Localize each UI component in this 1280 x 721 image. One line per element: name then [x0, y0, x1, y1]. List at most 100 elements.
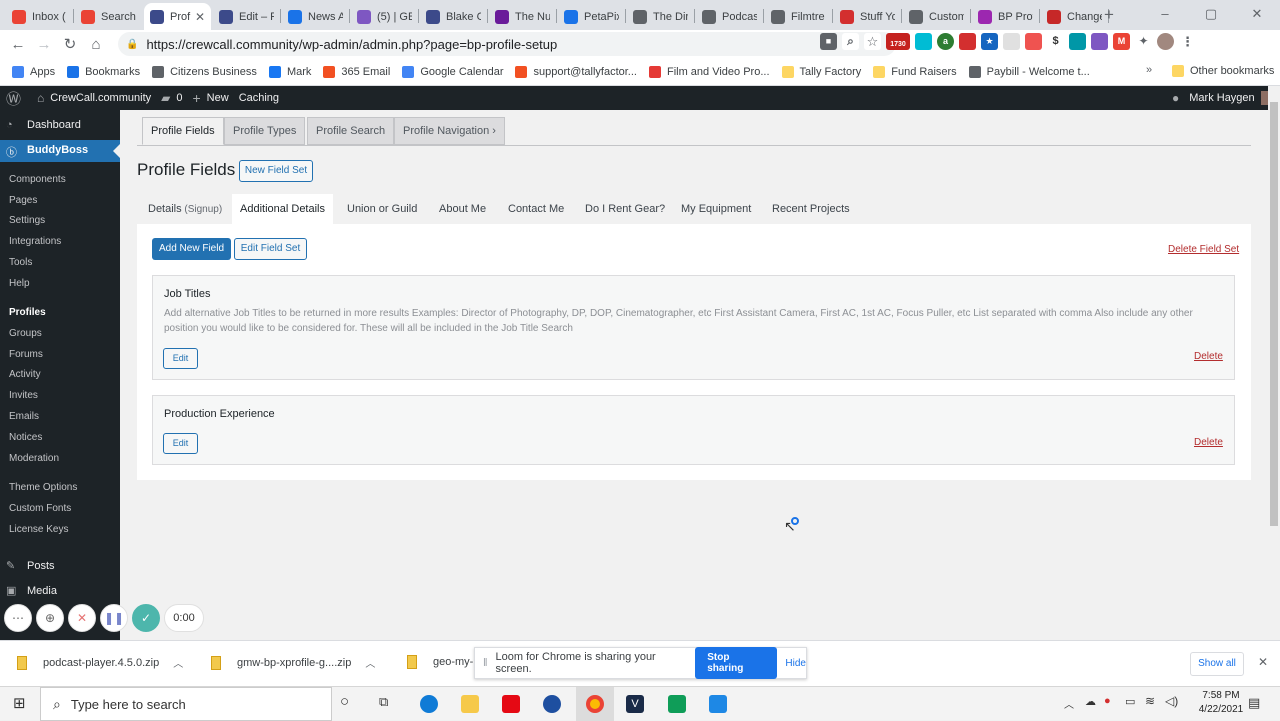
taskbar-search-input[interactable]: ⌕ Type here to search [40, 687, 332, 721]
grammarly-icon[interactable]: a [937, 33, 954, 50]
sidebar-subitem-license-keys[interactable]: License Keys [9, 524, 68, 535]
close-downloads-icon[interactable]: ✕ [1258, 655, 1268, 669]
zoom-icon[interactable]: ⌕ [842, 33, 859, 50]
chrome-icon[interactable] [586, 695, 604, 713]
sidebar-subitem-components[interactable]: Components [9, 174, 66, 185]
star-icon[interactable]: ☆ [864, 33, 881, 50]
gmail-icon[interactable]: M [1113, 33, 1130, 50]
sidebar-subitem-activity[interactable]: Activity [9, 369, 41, 380]
edge-icon[interactable] [420, 695, 438, 713]
sidebar-item-buddyboss[interactable]: ⓑ BuddyBoss [0, 140, 120, 162]
security-icon[interactable]: ● [1104, 695, 1111, 707]
maximize-icon[interactable]: ▢ [1188, 0, 1234, 30]
download-item[interactable]: gmw-bp-xprofile-g....zip ︿ [211, 655, 375, 670]
forward-icon[interactable]: → [31, 36, 57, 53]
minimize-icon[interactable]: – [1142, 0, 1188, 30]
chevron-up-icon[interactable]: ︿ [173, 655, 183, 670]
site-name-link[interactable]: ⌂ CrewCall.community [37, 91, 151, 105]
extension-icon[interactable] [1003, 33, 1020, 50]
fieldset-tab-union-or-guild[interactable]: Union or Guild [339, 194, 425, 224]
sidebar-subitem-custom-fonts[interactable]: Custom Fonts [9, 503, 71, 514]
edit-field-set-button[interactable]: Edit Field Set [234, 238, 307, 260]
sidebar-subitem-notices[interactable]: Notices [9, 432, 42, 443]
onedrive-icon[interactable]: ☁ [1085, 695, 1096, 708]
sidebar-subitem-tools[interactable]: Tools [9, 257, 32, 268]
bookmark-item[interactable]: 365 Email [323, 65, 390, 78]
volume-icon[interactable]: ◁) [1165, 694, 1178, 708]
netflix-icon[interactable] [502, 695, 520, 713]
browser-tab[interactable]: (5) | GE [351, 3, 418, 30]
bookmark-star-icon[interactable]: ★ [981, 33, 998, 50]
sheets-icon[interactable] [668, 695, 686, 713]
tab-profile-navigation[interactable]: Profile Navigation › [394, 117, 505, 145]
browser-tab[interactable]: PetaPix [558, 3, 625, 30]
stop-sharing-button[interactable]: Stop sharing [695, 647, 778, 679]
tab-profile-types[interactable]: Profile Types [224, 117, 306, 145]
notifications-icon[interactable]: ▤ [1248, 695, 1260, 711]
chevron-up-icon[interactable]: ︿ [365, 655, 375, 670]
back-icon[interactable]: ← [5, 36, 31, 53]
camera-icon[interactable]: ■ [820, 33, 837, 50]
fieldset-tab-do-i-rent-gear-[interactable]: Do I Rent Gear? [577, 194, 673, 224]
chevron-up-icon[interactable]: ︿ [1064, 696, 1074, 711]
extension-icon[interactable] [1025, 33, 1042, 50]
download-item[interactable]: podcast-player.4.5.0.zip ︿ [17, 655, 183, 670]
sidebar-subitem-integrations[interactable]: Integrations [9, 236, 61, 247]
show-all-button[interactable]: Show all [1190, 652, 1244, 676]
bookmark-item[interactable]: Citizens Business [152, 65, 257, 78]
browser-tab[interactable]: The Nu [489, 3, 556, 30]
battery-icon[interactable]: ▭ [1125, 695, 1135, 708]
fieldset-tab-recent-projects[interactable]: Recent Projects [764, 194, 858, 224]
sidebar-subitem-help[interactable]: Help [9, 278, 30, 289]
sidebar-subitem-forums[interactable]: Forums [9, 349, 43, 360]
browser-tab[interactable]: Change [1041, 3, 1108, 30]
comments-link[interactable]: ▰ 0 [161, 91, 182, 105]
menu-icon[interactable]: ⋮ [1179, 33, 1196, 50]
new-content-link[interactable]: + New [192, 90, 228, 106]
finish-recording-icon[interactable]: ✓ [132, 604, 160, 632]
browser-tab[interactable]: The Dir [627, 3, 694, 30]
page-scrollbar[interactable] [1268, 86, 1280, 640]
cortana-icon[interactable]: ○ [340, 693, 349, 710]
download-item[interactable]: geo-my- [407, 655, 473, 669]
browser-tab[interactable]: BP Prof [972, 3, 1039, 30]
add-new-field-button[interactable]: Add New Field [152, 238, 231, 260]
other-bookmarks[interactable]: Other bookmarks [1172, 65, 1274, 77]
cancel-recording-icon[interactable]: ✕ [68, 604, 96, 632]
windows-start-icon[interactable]: ⊞ [13, 694, 26, 712]
delete-field-link[interactable]: Delete [1194, 351, 1223, 362]
pause-icon[interactable]: ❚❚ [100, 604, 128, 632]
file-explorer-icon[interactable] [461, 695, 479, 713]
bookmark-item[interactable]: support@tallyfactor... [515, 65, 637, 78]
tab-profile-fields[interactable]: Profile Fields [142, 117, 224, 145]
taskbar-clock[interactable]: 7:58 PM 4/22/2021 [1196, 689, 1246, 717]
more-options-icon[interactable]: ⋯ [4, 604, 32, 632]
bookmark-item[interactable]: Tally Factory [781, 65, 861, 78]
fieldset-tab-about-me[interactable]: About Me [431, 194, 494, 224]
task-view-icon[interactable]: ⧉ [379, 694, 388, 710]
pdf-icon[interactable] [959, 33, 976, 50]
extension-icon[interactable] [915, 33, 932, 50]
bookmark-item[interactable]: Google Calendar [402, 65, 503, 78]
address-bar[interactable]: 🔒 https://crewcall.community/wp-admin/ad… [118, 32, 896, 56]
photos-icon[interactable] [709, 695, 727, 713]
sidebar-subitem-settings[interactable]: Settings [9, 215, 45, 226]
fieldset-tab-additional-details[interactable]: Additional Details [232, 194, 333, 224]
dollar-icon[interactable]: $ [1047, 33, 1064, 50]
draw-icon[interactable]: ⊕ [36, 604, 64, 632]
sidebar-subitem-theme-options[interactable]: Theme Options [9, 482, 77, 493]
bookmark-item[interactable]: Paybill - Welcome t... [968, 65, 1090, 78]
vpn-icon[interactable]: V [626, 695, 644, 713]
home-icon[interactable]: ⌂ [83, 36, 109, 53]
browser-tab[interactable]: Filmtre [765, 3, 832, 30]
sidebar-subitem-pages[interactable]: Pages [9, 195, 37, 206]
browser-tab[interactable]: Blake G [420, 3, 487, 30]
sidebar-subitem-profiles[interactable]: Profiles [9, 307, 46, 318]
delete-field-link[interactable]: Delete [1194, 437, 1223, 448]
gmail-badge-icon[interactable]: 1730 [886, 33, 910, 50]
sidebar-subitem-invites[interactable]: Invites [9, 390, 38, 401]
bookmark-item[interactable]: Bookmarks [67, 65, 140, 78]
close-window-icon[interactable]: ✕ [1234, 0, 1280, 30]
new-field-set-button[interactable]: New Field Set [239, 160, 313, 182]
fieldset-tab-details[interactable]: Details (Signup) [140, 194, 230, 224]
